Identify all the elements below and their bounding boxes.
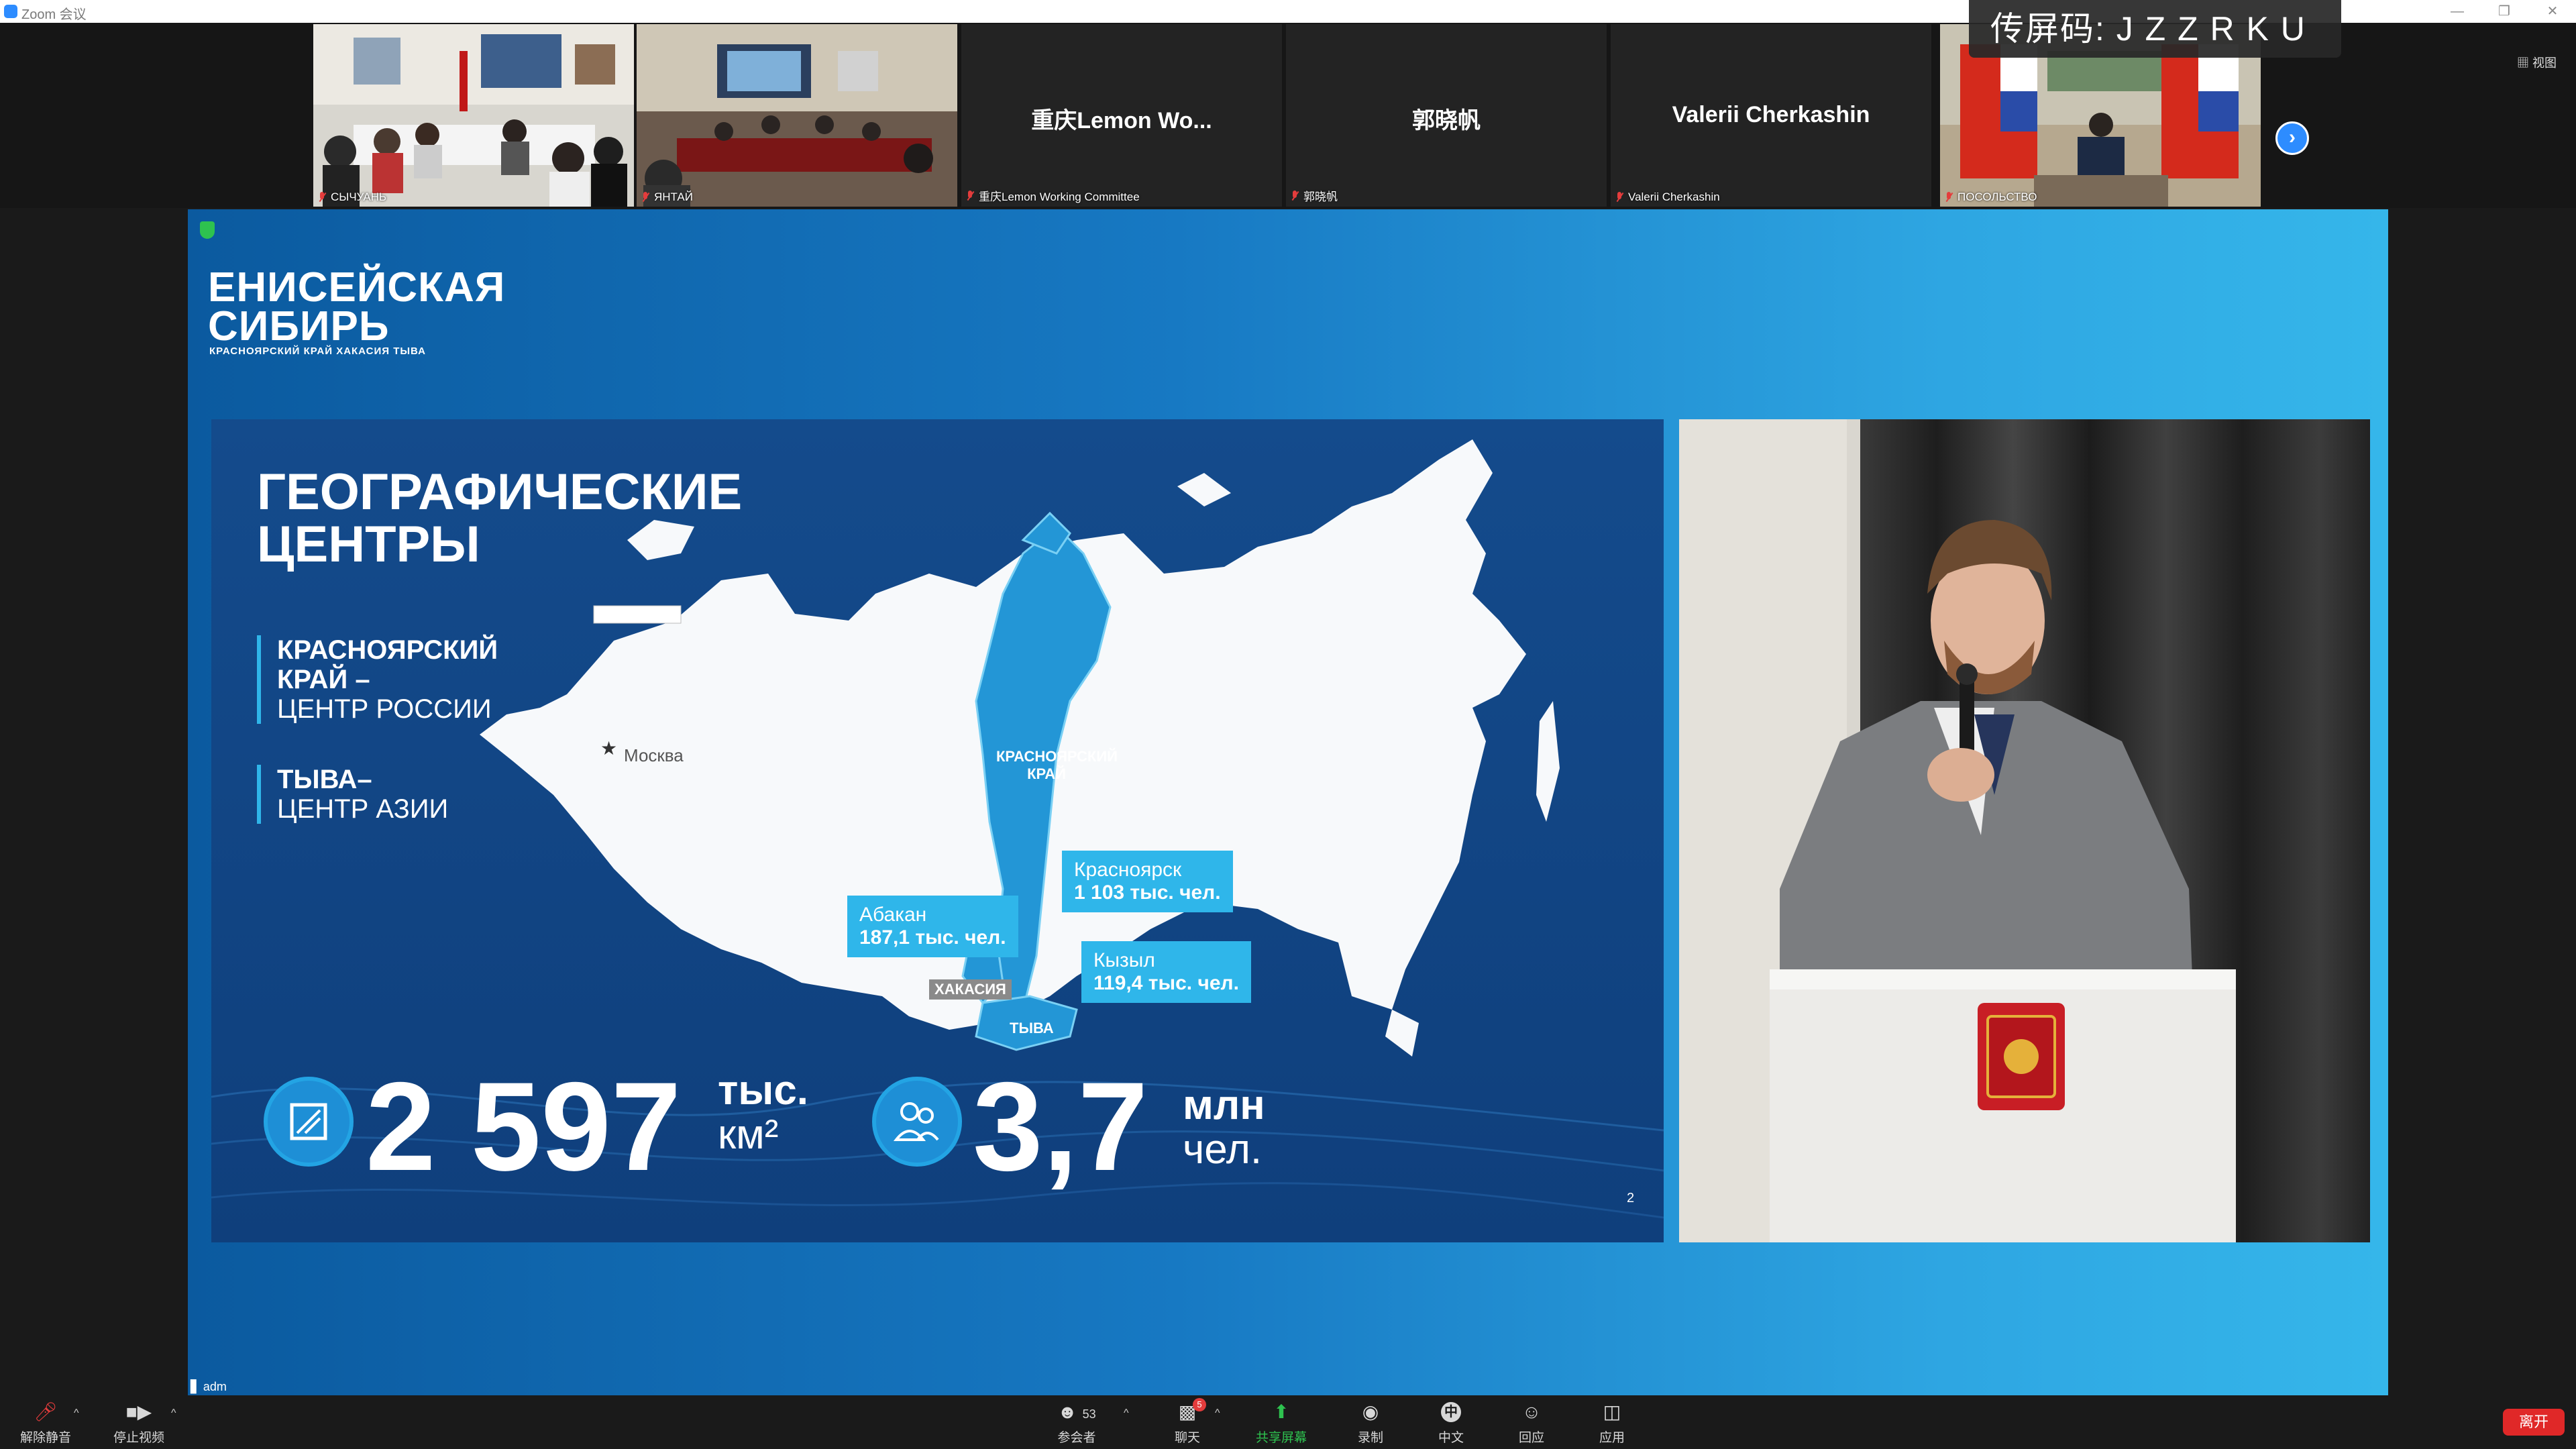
zoom-app-icon [4,5,17,18]
mic-muted-icon [965,190,975,202]
record-button[interactable]: ◉ 录制 [1337,1402,1404,1446]
participant-tile[interactable]: 郭晓帆 郭晓帆 [1286,24,1607,207]
slide-logo: ЕНИСЕЙСКАЯ СИБИРЬ [208,264,506,350]
slide-title: ГЕОГРАФИЧЕСКИЕ ЦЕНТРЫ [257,464,743,573]
emoji-icon: ☺ [1521,1401,1542,1422]
participant-tile[interactable]: 重庆Lemon Wo... 重庆Lemon Working Committee [961,24,1282,207]
mic-muted-icon [1944,191,1953,203]
meeting-toolbar: 🎤︎ 解除静音 ^ ■▶ 停止视频 ^ ☻ 53 参会者 ^ ▩ 5 聊天 ^ … [0,1395,2576,1449]
participants-icon: ☻ 53 [1057,1401,1096,1422]
chat-caret[interactable]: ^ [1215,1407,1220,1419]
audio-options-caret[interactable]: ^ [74,1407,79,1419]
reactions-button[interactable]: ☺ 回应 [1498,1402,1565,1446]
stat-area-value: 2 597 [366,1056,682,1197]
shared-screen: ЕНИСЕЙСКАЯ СИБИРЬ КРАСНОЯРСКИЙ КРАЙ ХАКА… [188,209,2388,1395]
mic-muted-icon [1290,190,1299,202]
mic-muted-icon: 🎤︎ [34,1401,58,1422]
participant-caption: ЯНТАЙ [641,191,693,204]
participant-caption: СЫЧУАНЬ [317,191,386,204]
video-camera-icon: ■▶ [125,1401,152,1422]
callout-abakan: Абакан 187,1 тыс. чел. [847,896,1018,957]
population-icon [872,1077,962,1167]
minimize-button[interactable]: — [2437,0,2477,23]
participant-caption: 重庆Lemon Working Committee [965,187,1140,204]
map-label-khakasia: ХАКАСИЯ [929,979,1012,1000]
speaker-video-panel [1679,419,2370,1242]
unmute-button[interactable]: 🎤︎ 解除静音 [12,1402,79,1446]
participant-caption: 郭晓帆 [1290,187,1338,204]
map-label-tyva: ТЫВА [1010,1020,1054,1036]
mic-muted-icon [641,191,650,203]
participant-name: Valerii Cherkashin [1672,102,1870,127]
share-screen-icon: ⬆ [1273,1401,1289,1422]
chat-unread-badge: 5 [1193,1398,1206,1411]
map-label-moscow: Москва [624,745,684,765]
slide-logo-subtitle: КРАСНОЯРСКИЙ КРАЙ ХАКАСИЯ ТЫВА [209,345,426,357]
language-button[interactable]: 中 中文 [1417,1402,1485,1446]
chat-icon: ▩ [1178,1401,1197,1422]
map-label-region: КРАСНОЯРСКИЙ КРАЙ [996,748,1118,782]
participant-tile[interactable]: ЯНТАЙ [637,24,957,207]
stat-population-value: 3,7 [973,1056,1148,1197]
stat-population-unit: млн чел. [1183,1082,1265,1173]
participant-name: 郭晓帆 [1412,108,1481,133]
area-icon [264,1077,354,1167]
apps-icon: ◫ [1603,1401,1621,1422]
callout-krasnoyarsk: Красноярск 1 103 тыс. чел. [1062,851,1233,912]
slide-map-panel: ★ ГЕОГРАФИЧЕСКИЕ ЦЕНТРЫ КРАСНОЯРСКИЙ КРА… [211,419,1664,1242]
participant-video [313,24,634,207]
stat-area-unit: тыс. км² [718,1067,809,1158]
participant-tile[interactable]: СЫЧУАНЬ [313,24,634,207]
participant-name: 重庆Lemon Wo... [1031,108,1212,133]
participant-caption: Valerii Cherkashin [1615,191,1720,204]
slide-page-number: 2 [1627,1191,1635,1205]
share-screen-button[interactable]: ⬆ 共享屏幕 [1248,1402,1315,1446]
mic-muted-icon [317,191,327,203]
view-button[interactable]: ▦ 视图 [2517,54,2557,71]
next-page-button[interactable]: › [2275,121,2309,155]
signal-icon: ▋ [191,1380,200,1393]
share-code-overlay: 传屏码: J Z Z R K U [1969,0,2341,58]
record-icon: ◉ [1362,1401,1379,1422]
leave-button[interactable]: 离开 [2503,1409,2565,1436]
slide-bullet-krasnoyarsk: КРАСНОЯРСКИЙ КРАЙ – ЦЕНТР РОССИИ [257,635,498,724]
participants-button[interactable]: ☻ 53 参会者 [1043,1402,1110,1446]
apps-button[interactable]: ◫ 应用 [1578,1402,1646,1446]
share-owner-label: ▋ adm [191,1380,227,1393]
close-button[interactable]: ✕ [2532,0,2573,23]
callout-kyzyl: Кызыл 119,4 тыс. чел. [1081,941,1251,1003]
participant-tile[interactable]: Valerii Cherkashin Valerii Cherkashin [1611,24,1931,207]
participant-video [637,24,957,207]
participants-caret[interactable]: ^ [1124,1407,1129,1419]
encryption-shield-icon[interactable] [200,221,215,239]
participant-caption: ПОСОЛЬСТВО [1944,191,2037,204]
mic-muted-icon [1615,191,1624,203]
speaker-video [1679,419,2370,1242]
svg-text:★: ★ [600,737,617,759]
stop-video-button[interactable]: ■▶ 停止视频 [105,1402,172,1446]
restore-button[interactable]: ❐ [2484,0,2524,23]
chat-button[interactable]: ▩ 5 聊天 [1154,1398,1221,1446]
language-icon: 中 [1441,1402,1461,1422]
video-options-caret[interactable]: ^ [171,1407,176,1419]
slide-bullet-tyva: ТЫВА– ЦЕНТР АЗИИ [257,765,448,824]
window-title: Zoom 会议 [21,7,87,22]
